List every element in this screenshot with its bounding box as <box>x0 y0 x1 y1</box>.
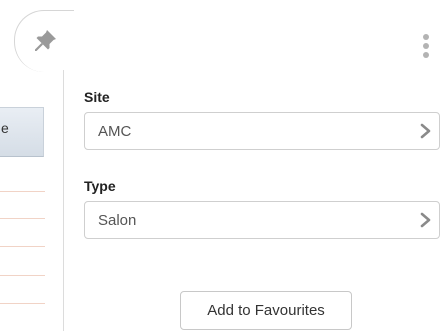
chevron-right-icon <box>420 123 431 139</box>
pushpin-icon <box>35 30 56 51</box>
table-row-divider <box>0 303 45 304</box>
add-to-favourites-button[interactable]: Add to Favourites <box>180 291 352 330</box>
type-label: Type <box>84 178 116 194</box>
type-select[interactable]: Salon <box>84 201 440 239</box>
site-label: Site <box>84 89 110 105</box>
table-row-divider <box>0 246 45 247</box>
table-row-divider <box>0 275 45 276</box>
type-value: Salon <box>98 212 137 229</box>
table-header-cell[interactable]: e <box>0 107 44 157</box>
more-vertical-icon[interactable] <box>419 34 433 64</box>
table-row-divider <box>0 218 45 219</box>
app-root: e Site AMC Type Salon Add to Favourites <box>0 0 445 331</box>
panel-divider <box>63 70 64 331</box>
pin-panel-button[interactable] <box>14 10 74 72</box>
site-value: AMC <box>98 123 132 140</box>
chevron-right-icon <box>420 212 431 228</box>
site-select[interactable]: AMC <box>84 112 440 150</box>
table-row-divider <box>0 191 45 192</box>
